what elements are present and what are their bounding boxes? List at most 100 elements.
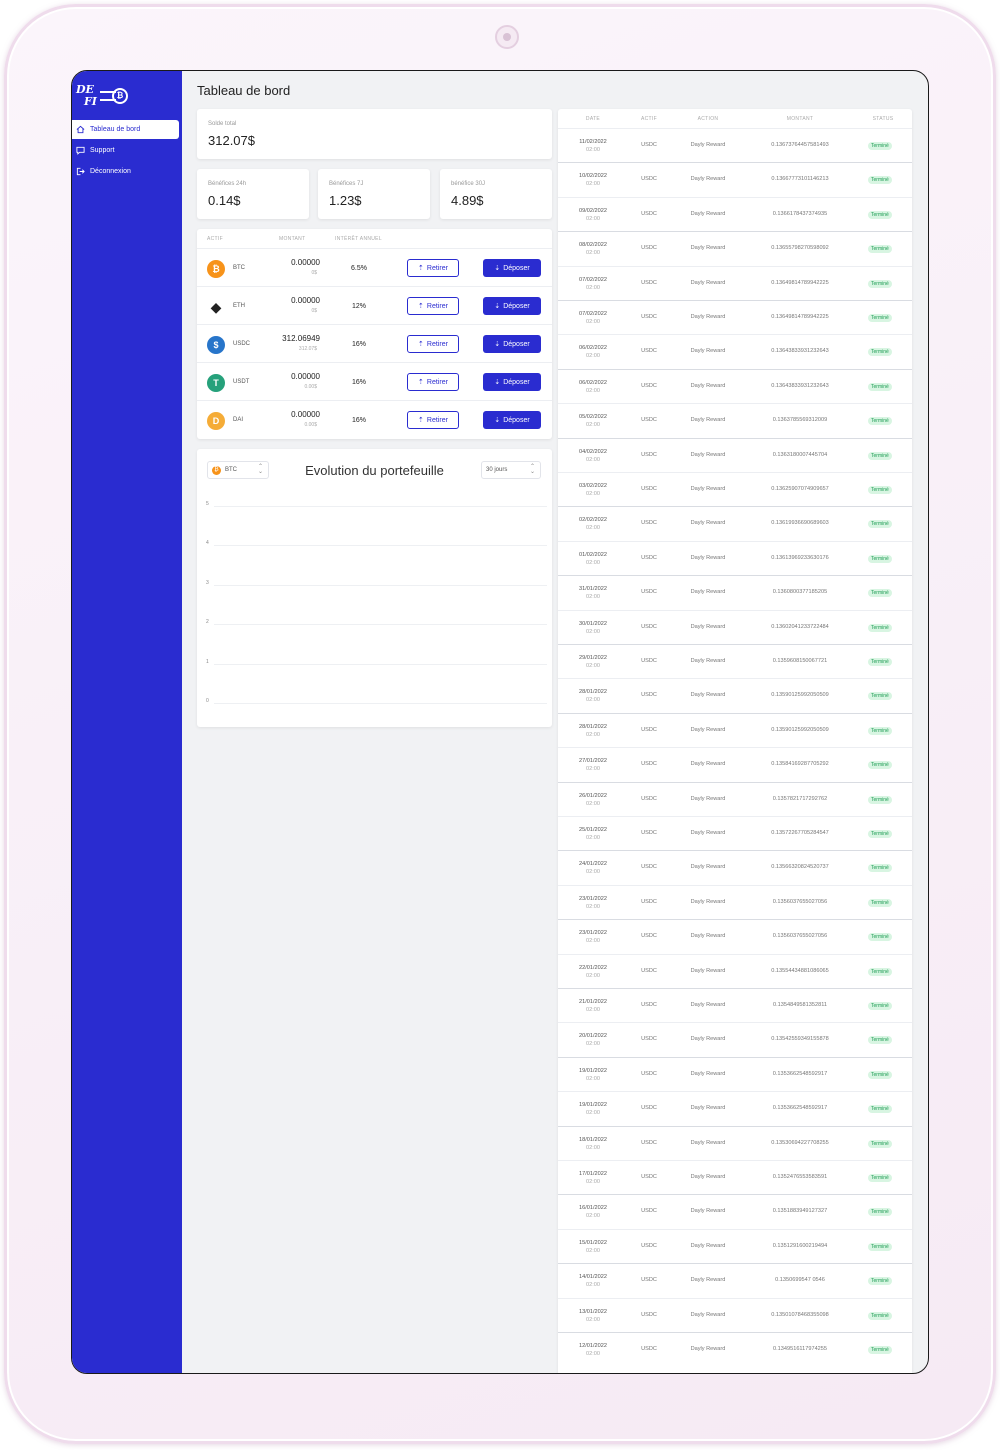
status-badge: Terminé bbox=[868, 486, 892, 494]
upload-icon: ⇡ bbox=[418, 379, 424, 386]
withdraw-button[interactable]: ⇡ Retirer bbox=[407, 335, 459, 353]
transaction-date: 09/02/2022 02:00 bbox=[558, 207, 628, 223]
y-tick-label: 1 bbox=[206, 658, 209, 665]
time-text: 02:00 bbox=[586, 1144, 600, 1151]
transaction-action: Dayly Reward bbox=[690, 1277, 726, 1284]
column-header-status: STATUS bbox=[872, 116, 894, 122]
time-text: 02:00 bbox=[586, 697, 600, 704]
deposit-button[interactable]: ⇣ Déposer bbox=[483, 297, 541, 315]
date-text: 29/01/2022 bbox=[579, 655, 607, 661]
withdraw-button[interactable]: ⇡ Retirer bbox=[407, 373, 459, 391]
status-badge: Terminé bbox=[868, 692, 892, 701]
transaction-amount: 0.13643833931232643 bbox=[771, 348, 829, 355]
time-text: 02:00 bbox=[586, 319, 600, 325]
transaction-asset: USDC bbox=[641, 761, 657, 768]
time-text: 02:00 bbox=[586, 972, 600, 979]
usdc-icon: $ bbox=[207, 336, 225, 354]
withdraw-button[interactable]: ⇡ Retirer bbox=[407, 411, 459, 429]
table-row: 22/01/2022 02:00 USDC Dayly Reward 0.1355443… bbox=[558, 953, 912, 988]
deposit-button[interactable]: ⇣ Déposer bbox=[483, 411, 541, 429]
withdraw-button[interactable]: ⇡ Retirer bbox=[407, 259, 459, 277]
status-badge: Terminé bbox=[868, 589, 892, 598]
logo-coin-icon: ₿ bbox=[112, 88, 128, 104]
status-badge: Terminé bbox=[868, 726, 892, 735]
transaction-action: Dayly Reward bbox=[690, 967, 726, 974]
app-screen: DE FI ₿ Tableau de bord Support Déconnex… bbox=[71, 70, 929, 1374]
transaction-amount: 0.1351291600219494 bbox=[772, 1242, 828, 1249]
deposit-button[interactable]: ⇣ Déposer bbox=[483, 259, 541, 277]
transaction-amount: 0.1353662548592917 bbox=[772, 1070, 828, 1077]
table-row: 17/01/2022 02:00 USDC Dayly Reward 0.1352476… bbox=[558, 1160, 912, 1194]
transaction-asset: USDC bbox=[641, 520, 657, 527]
sidebar-item-label: Tableau de bord bbox=[90, 126, 141, 133]
time-text: 02:00 bbox=[586, 284, 600, 291]
transaction-action: Dayly Reward bbox=[690, 623, 726, 630]
transaction-asset: USDC bbox=[641, 623, 657, 630]
date-text: 30/01/2022 bbox=[579, 620, 607, 627]
transaction-amount: 0.1356037655027056 bbox=[772, 898, 828, 905]
period-select-value: 30 jours bbox=[486, 467, 508, 473]
transaction-amount: 0.1349516117974255 bbox=[772, 1346, 828, 1352]
transaction-date: 27/01/2022 02:00 bbox=[558, 757, 628, 773]
transaction-action: Dayly Reward bbox=[690, 1242, 726, 1249]
transaction-asset: USDC bbox=[641, 967, 657, 974]
transactions-table: DATE ACTIF ACTION MONTANT STATUS 11/02/2… bbox=[558, 109, 912, 1373]
y-tick-label: 5 bbox=[206, 501, 209, 507]
app-logo[interactable]: DE FI ₿ bbox=[76, 83, 132, 109]
table-row: 11/02/2022 02:00 USDC Dayly Reward 0.1367376… bbox=[558, 128, 912, 162]
transaction-action: Dayly Reward bbox=[690, 589, 726, 596]
sidebar-item-dashboard[interactable]: Tableau de bord bbox=[72, 120, 179, 139]
deposit-button[interactable]: ⇣ Déposer bbox=[483, 373, 541, 391]
deposit-label: Déposer bbox=[503, 264, 530, 272]
time-text: 02:00 bbox=[586, 594, 600, 601]
sidebar-item-logout[interactable]: Déconnexion bbox=[72, 162, 179, 181]
transaction-action: Dayly Reward bbox=[690, 382, 726, 389]
transaction-action: Dayly Reward bbox=[690, 795, 726, 802]
transaction-asset: USDC bbox=[641, 1174, 657, 1180]
profit-card-7d: Bénéfices 7J 1.23$ bbox=[318, 169, 430, 219]
status-badge: Terminé bbox=[868, 1002, 892, 1010]
transaction-action: Dayly Reward bbox=[690, 314, 726, 320]
transaction-amount: 0.13590125992050509 bbox=[771, 692, 829, 699]
status-badge: Terminé bbox=[868, 245, 892, 254]
table-row: 09/02/2022 02:00 USDC Dayly Reward 0.1366178… bbox=[558, 196, 912, 231]
table-row: 15/01/2022 02:00 USDC Dayly Reward 0.1351291… bbox=[558, 1228, 912, 1263]
time-text: 02:00 bbox=[586, 835, 600, 841]
status-badge: Terminé bbox=[868, 1208, 892, 1217]
deposit-button[interactable]: ⇣ Déposer bbox=[483, 335, 541, 353]
gridline bbox=[214, 624, 547, 626]
status-badge: Terminé bbox=[868, 451, 892, 460]
camera-icon bbox=[495, 25, 519, 49]
time-text: 02:00 bbox=[586, 1213, 600, 1220]
status-badge: Terminé bbox=[868, 348, 892, 357]
period-select[interactable]: 30 jours ⌃ ⌄ bbox=[481, 461, 541, 479]
table-row: 13/01/2022 02:00 USDC Dayly Reward 0.1350107… bbox=[558, 1297, 912, 1332]
transaction-date: 23/01/2022 02:00 bbox=[558, 929, 628, 945]
date-text: 06/02/2022 bbox=[579, 345, 607, 352]
date-text: 18/01/2022 bbox=[579, 1136, 607, 1143]
transaction-asset: USDC bbox=[641, 658, 657, 664]
date-text: 19/01/2022 bbox=[579, 1102, 607, 1109]
date-text: 07/02/2022 bbox=[579, 276, 607, 283]
status-badge: Terminé bbox=[868, 1036, 892, 1045]
transaction-amount: 0.1359608150067721 bbox=[772, 658, 828, 664]
sidebar-item-support[interactable]: Support bbox=[72, 141, 179, 160]
tether-icon: T bbox=[207, 374, 225, 392]
date-text: 25/01/2022 bbox=[579, 827, 607, 833]
table-row: 16/01/2022 02:00 USDC Dayly Reward 0.1351883… bbox=[558, 1194, 912, 1228]
withdraw-button[interactable]: ⇡ Retirer bbox=[407, 297, 459, 315]
asset-interest: 12% bbox=[351, 303, 366, 310]
status-badge: Terminé bbox=[868, 210, 892, 219]
transaction-asset: USDC bbox=[641, 382, 657, 389]
asset-value: 0.00$ bbox=[304, 384, 317, 390]
transaction-date: 04/02/2022 02:00 bbox=[558, 448, 628, 464]
date-text: 23/01/2022 bbox=[579, 930, 607, 937]
asset-interest: 6.5% bbox=[351, 265, 367, 272]
table-row: $ USDC 312.06949 312.07$ 16% ⇡ Retirer ⇣ Déposer bbox=[197, 324, 552, 362]
asset-value: 312.07$ bbox=[298, 346, 317, 352]
time-text: 02:00 bbox=[586, 1282, 600, 1289]
transaction-date: 31/01/2022 02:00 bbox=[558, 585, 628, 601]
portfolio-chart-card: ₿ BTC ⌃ ⌄ Evolution du portefeuille 30 jo… bbox=[197, 449, 552, 727]
column-header-asset: ACTIF bbox=[207, 236, 223, 242]
transaction-amount: 0.1356037655027056 bbox=[772, 933, 828, 940]
